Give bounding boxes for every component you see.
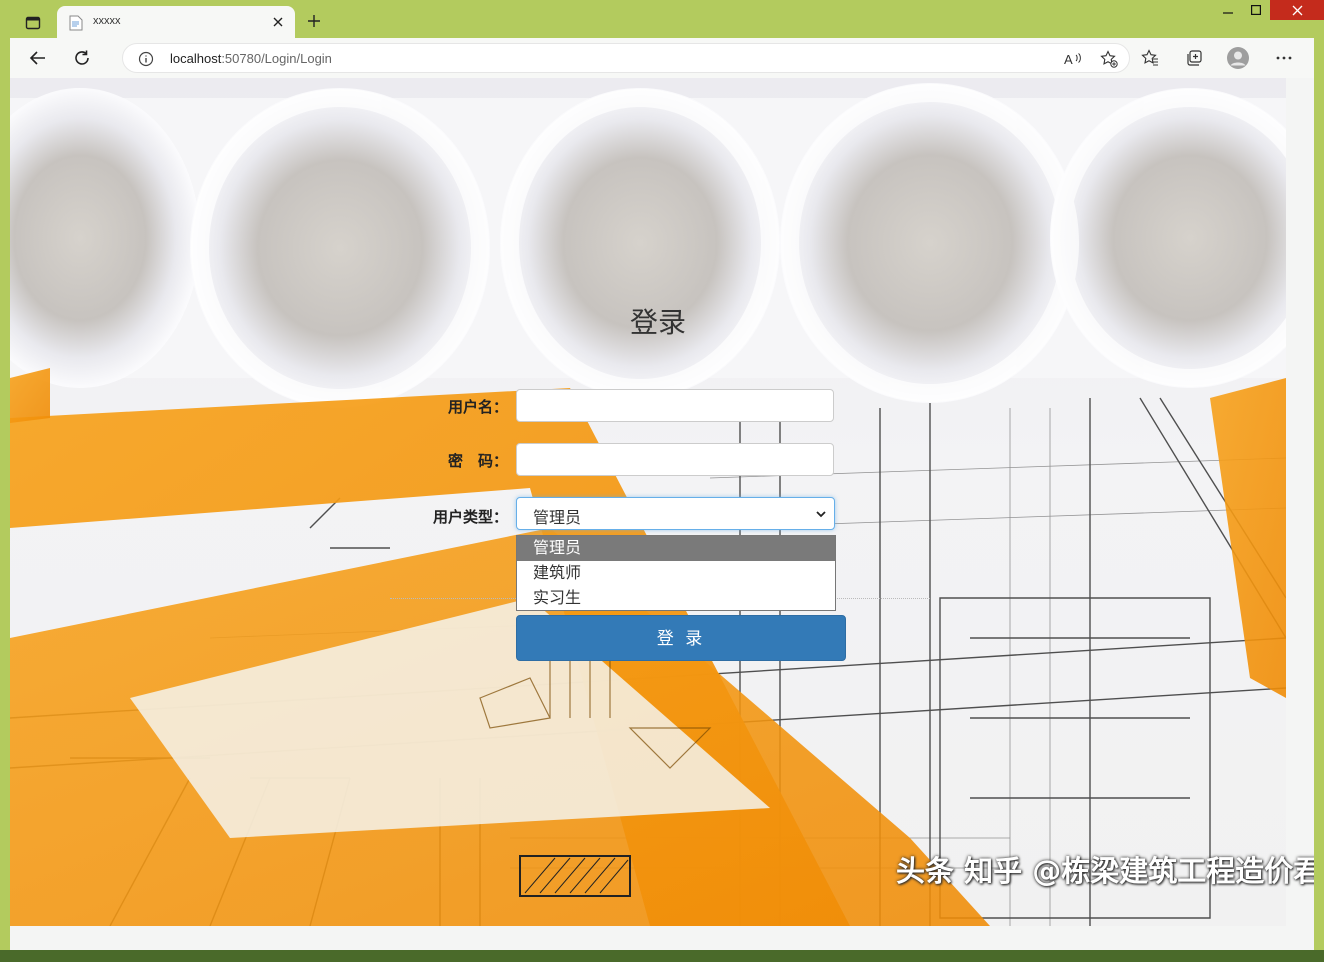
page-viewport: 登录 用户名： 密 码： 用户类型： 管理员 管理员 建筑师 实习生 登 录 头… — [10, 78, 1314, 950]
usertype-option[interactable]: 实习生 — [517, 586, 835, 611]
username-input[interactable] — [516, 389, 834, 422]
url-text[interactable]: localhost:50780/Login/Login — [170, 51, 332, 66]
watermark-text: 头条 知乎 @栋梁建筑工程造价君 — [896, 854, 1314, 888]
new-tab-button[interactable] — [304, 11, 324, 31]
window-close-button[interactable] — [1270, 0, 1324, 20]
maximize-button[interactable] — [1242, 0, 1270, 20]
more-menu-icon[interactable] — [1272, 46, 1296, 70]
login-submit-button[interactable]: 登 录 — [516, 615, 846, 661]
tab-actions-icon[interactable] — [20, 10, 46, 36]
desktop-edge — [0, 950, 1324, 962]
tab-close-icon[interactable] — [269, 13, 287, 31]
usertype-select[interactable]: 管理员 — [516, 497, 835, 530]
favorites-icon[interactable] — [1138, 46, 1162, 70]
site-info-icon[interactable] — [137, 50, 155, 68]
profile-avatar-icon[interactable] — [1226, 46, 1250, 70]
usertype-selected-value: 管理员 — [533, 508, 582, 527]
usertype-option[interactable]: 管理员 — [517, 536, 835, 561]
svg-text:A: A — [1064, 52, 1073, 67]
url-path: :50780/Login/Login — [221, 51, 332, 66]
browser-tab[interactable]: xxxxx — [57, 6, 295, 40]
url-host: localhost — [170, 51, 222, 66]
password-input[interactable] — [516, 443, 834, 476]
username-label: 用户名： — [447, 398, 508, 416]
read-aloud-icon[interactable]: A — [1063, 49, 1083, 69]
minimize-button[interactable] — [1214, 0, 1242, 20]
back-button[interactable] — [26, 46, 50, 70]
usertype-label: 用户类型： — [432, 508, 508, 526]
login-title: 登录 — [630, 306, 687, 339]
address-bar[interactable]: localhost:50780/Login/Login A — [122, 43, 1130, 73]
page-favicon-icon — [69, 15, 83, 31]
password-label: 密 码： — [447, 452, 508, 470]
refresh-button[interactable] — [70, 46, 94, 70]
add-favorite-icon[interactable] — [1099, 49, 1119, 69]
tab-strip: xxxxx — [0, 0, 1324, 40]
tab-title: xxxxx — [93, 15, 121, 27]
usertype-dropdown-list: 管理员 建筑师 实习生 — [516, 535, 836, 611]
browser-window: xxxxx localhost:50780/Login/Login A 登录 用… — [0, 0, 1324, 962]
chevron-down-icon — [814, 507, 828, 521]
collections-icon[interactable] — [1182, 46, 1206, 70]
usertype-option[interactable]: 建筑师 — [517, 561, 835, 586]
browser-toolbar: localhost:50780/Login/Login A — [10, 38, 1314, 78]
